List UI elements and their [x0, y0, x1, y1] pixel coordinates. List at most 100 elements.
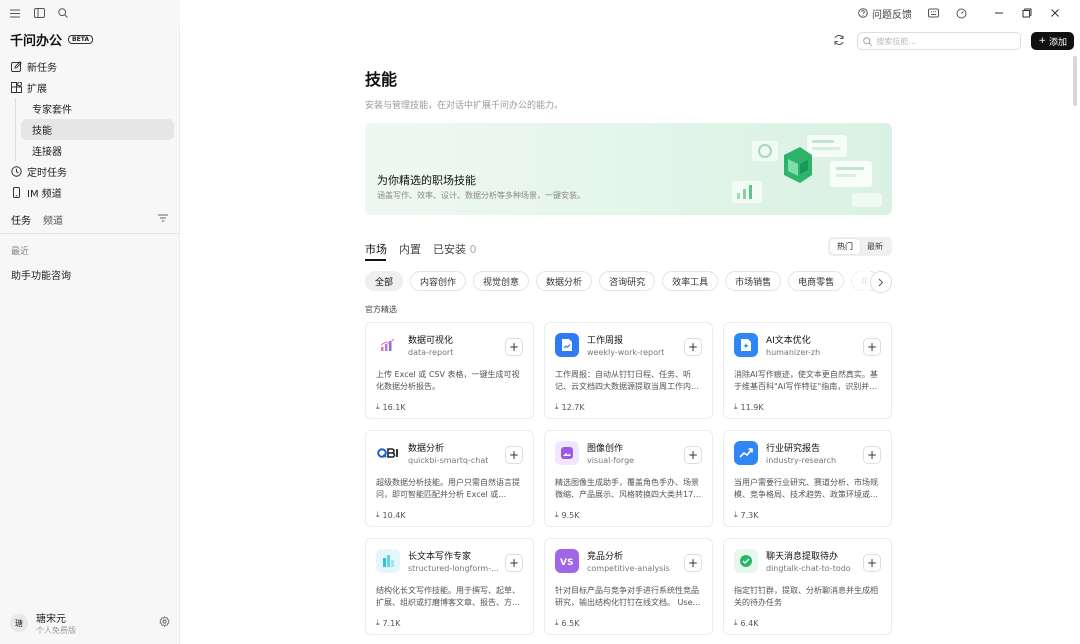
title-bar: 问题反馈 — [0, 0, 1080, 26]
add-skill-button[interactable]: + — [505, 446, 523, 464]
skill-card[interactable]: 数据分析 quickbi-smartq-chat + 超级数据分析技能。用户只需… — [365, 430, 534, 527]
skill-card[interactable]: 工作周报 weekly-work-report + 工作周报：自动从钉钉日程、任… — [544, 322, 713, 419]
chevron-right-icon[interactable] — [870, 271, 892, 293]
skill-description: 指定钉钉群，提取、分析聊消息并生成相关的待办任务 — [734, 586, 878, 607]
tab-installed[interactable]: 已安装 0 — [433, 241, 477, 257]
list-item[interactable]: 助手功能咨询 — [0, 261, 179, 288]
add-button-label: 添加 — [1048, 37, 1067, 48]
add-skill-button[interactable]: + — [684, 554, 702, 572]
skill-card[interactable]: 长文本写作专家 structured-longform-... + 结构化长文写… — [365, 538, 534, 635]
long-doc-icon — [376, 549, 400, 573]
chip-ecommerce[interactable]: 电商零售 — [788, 271, 845, 291]
skill-card[interactable]: VS 竞品分析 competitive-analysis + 针对目标产品与竞争… — [544, 538, 713, 635]
feedback-button[interactable]: 问题反馈 — [858, 6, 912, 21]
sidebar-item-skills[interactable]: 技能 — [21, 119, 174, 140]
sidebar-item-connectors[interactable]: 连接器 — [21, 140, 174, 161]
user-profile[interactable]: 瑭 瑭宋元 个人免费版 — [0, 610, 180, 636]
chip-marketing[interactable]: 市场销售 — [725, 271, 782, 291]
user-plan: 个人免费版 — [36, 626, 76, 635]
add-skill-button[interactable]: + — [863, 446, 881, 464]
document-chart-icon — [555, 333, 579, 357]
skill-id: humanizer-zh — [766, 348, 821, 357]
search-icon[interactable] — [56, 6, 70, 20]
clock-icon — [11, 166, 22, 177]
add-skill-button[interactable]: + — [684, 338, 702, 356]
skill-name: 行业研究报告 — [766, 444, 821, 454]
gauge-icon[interactable] — [954, 6, 968, 20]
download-icon: ⤓ — [555, 618, 559, 627]
main-toolbar: + 添加 — [833, 32, 1074, 50]
skill-name: 聊天消息提取待办 — [766, 552, 839, 562]
banner-title: 为你精选的职场技能 — [377, 174, 476, 187]
filter-icon[interactable] — [158, 214, 168, 225]
sort-hot-button[interactable]: 热门 — [830, 239, 860, 254]
skill-description: 当用户需要行业研究、赛道分析、市场规模、竞争格局、技术趋势、政策环境或投... — [734, 478, 878, 499]
download-count: 9.5K — [561, 510, 580, 520]
installed-count: 0 — [469, 243, 477, 256]
sidebar-nav: 新任务 扩展 专家套件 技能 连接器 定时任务 IM 频道 — [0, 52, 179, 203]
tab-channels[interactable]: 频道 — [43, 212, 63, 227]
refresh-icon[interactable] — [833, 34, 847, 48]
sidebar-item-new-task[interactable]: 新任务 — [0, 56, 174, 77]
skill-card[interactable]: 行业研究报告 industry-research + 当用户需要行业研究、赛道分… — [723, 430, 892, 527]
skill-card[interactable]: 数据可视化 data-report + 上传 Excel 或 CSV 表格，一键… — [365, 322, 534, 419]
skill-description: 上传 Excel 或 CSV 表格，一键生成可视化数据分析报告。 — [376, 370, 520, 391]
close-icon[interactable] — [1048, 6, 1062, 20]
skill-name: AI文本优化 — [766, 336, 811, 346]
vs-icon: VS — [555, 549, 579, 573]
sidebar-item-scheduled[interactable]: 定时任务 — [0, 161, 174, 182]
restore-icon[interactable] — [1020, 6, 1034, 20]
phone-icon — [13, 187, 20, 198]
chip-content[interactable]: 内容创作 — [410, 271, 467, 291]
menu-icon[interactable] — [8, 6, 22, 20]
titlebar-right-tools: 问题反馈 — [180, 0, 1080, 26]
add-button[interactable]: + 添加 — [1031, 32, 1074, 50]
chip-consulting[interactable]: 咨询研究 — [599, 271, 656, 291]
avatar: 瑭 — [10, 614, 28, 632]
main-panel: + 添加 技能 安装与管理技能，在对话中扩展千问办公的能力。 为你精选的职场技能… — [181, 26, 1080, 644]
svg-text:VS: VS — [560, 558, 573, 567]
chip-visual[interactable]: 视觉创意 — [473, 271, 530, 291]
chat-todo-icon — [734, 549, 758, 573]
edit-icon — [11, 61, 22, 72]
skill-name: 长文本写作专家 — [408, 552, 472, 562]
chip-fade — [840, 271, 870, 293]
featured-banner[interactable]: 为你精选的职场技能 涵盖写作、效率、设计、数据分析等多种场景，一键安装。 — [365, 123, 892, 215]
download-count: 16.1K — [382, 402, 406, 412]
sort-new-button[interactable]: 最新 — [860, 239, 890, 254]
add-skill-button[interactable]: + — [505, 338, 523, 356]
tab-market[interactable]: 市场 — [365, 241, 387, 257]
search-input[interactable] — [876, 36, 1017, 46]
skill-grid: 数据可视化 data-report + 上传 Excel 或 CSV 表格，一键… — [365, 322, 892, 635]
tab-builtin[interactable]: 内置 — [399, 241, 421, 257]
add-skill-button[interactable]: + — [863, 554, 881, 572]
add-skill-button[interactable]: + — [505, 554, 523, 572]
skill-id: dingtalk-chat-to-todo — [766, 564, 851, 573]
skill-card[interactable]: AI文本优化 humanizer-zh + 消除AI写作痕迹，使文本更自然真实。… — [723, 322, 892, 419]
chip-efficiency[interactable]: 效率工具 — [662, 271, 719, 291]
download-count: 6.4K — [740, 618, 759, 628]
keyboard-icon[interactable] — [926, 6, 940, 20]
minimize-icon[interactable] — [992, 6, 1006, 20]
feedback-label: 问题反馈 — [872, 9, 912, 21]
search-icon — [863, 36, 873, 46]
tab-installed-label: 已安装 — [433, 243, 466, 256]
blocks-icon — [11, 82, 22, 93]
add-skill-button[interactable]: + — [684, 446, 702, 464]
sidebar-item-expert-kits[interactable]: 专家套件 — [21, 98, 174, 119]
add-skill-button[interactable]: + — [863, 338, 881, 356]
skill-card[interactable]: 聊天消息提取待办 dingtalk-chat-to-todo + 指定钉钉群，提… — [723, 538, 892, 635]
chip-data[interactable]: 数据分析 — [536, 271, 593, 291]
tab-tasks[interactable]: 任务 — [11, 212, 31, 227]
gear-icon[interactable] — [159, 616, 170, 630]
sidebar-item-label: 扩展 — [27, 84, 47, 95]
skill-card[interactable]: 图像创作 visual-forge + 精选图像生成助手，覆盖角色手办、场景微缩… — [544, 430, 713, 527]
scrollbar[interactable] — [1073, 56, 1077, 106]
skill-name: 数据分析 — [408, 444, 445, 454]
chip-all[interactable]: 全部 — [365, 271, 404, 291]
sidebar-toggle-icon[interactable] — [32, 6, 46, 20]
sidebar-item-label: 定时任务 — [27, 168, 67, 179]
sidebar-item-im[interactable]: IM 频道 — [0, 182, 174, 203]
skill-name: 工作周报 — [587, 336, 624, 346]
sidebar-item-extensions[interactable]: 扩展 — [0, 77, 174, 98]
